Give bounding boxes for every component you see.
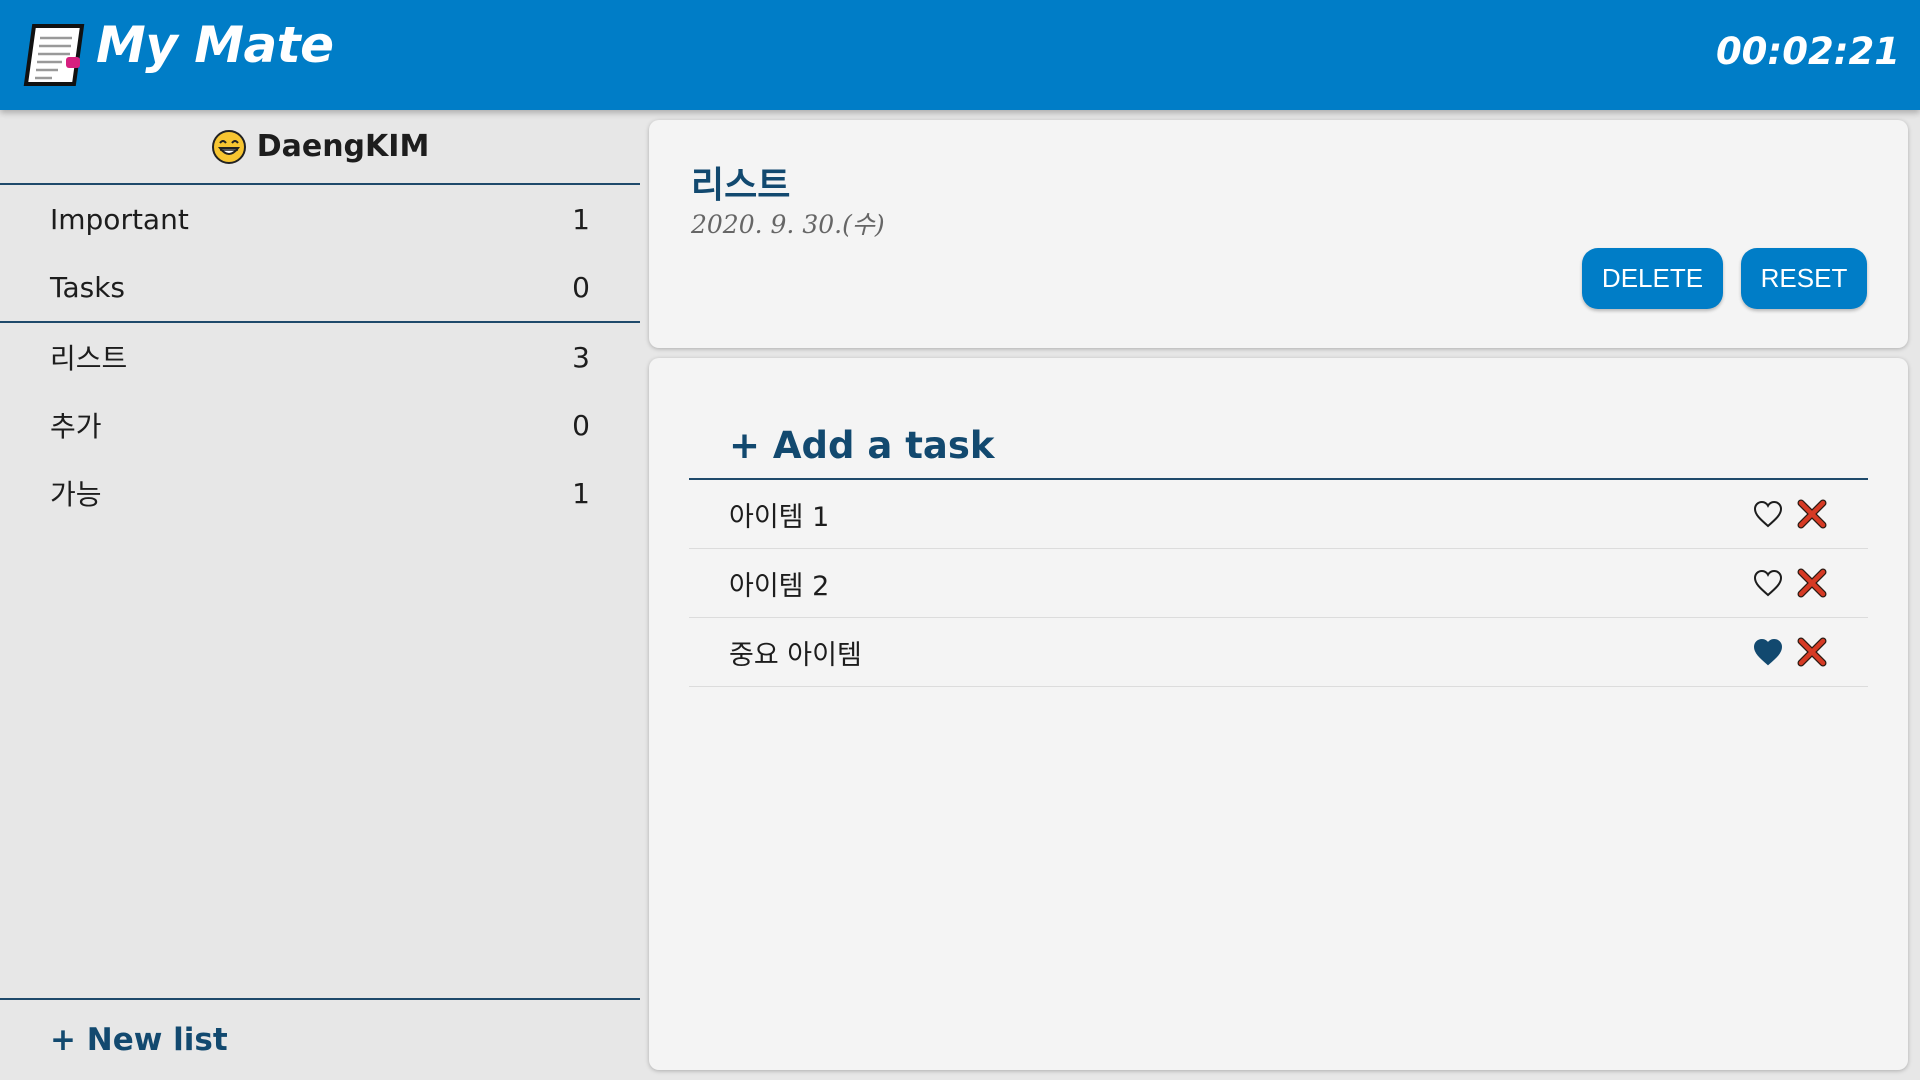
sidebar-item-label: Important bbox=[50, 202, 189, 236]
task-label: 아이템 1 bbox=[729, 501, 830, 533]
user-name: DaengKIM bbox=[256, 129, 430, 164]
sidebar-item-list[interactable]: 리스트 3 bbox=[0, 323, 640, 391]
task-list: 아이템 1 아이템 2 중요 아이템 bbox=[689, 480, 1868, 687]
sidebar-item-list[interactable]: 추가 0 bbox=[0, 391, 640, 459]
sidebar-item-count: 0 bbox=[572, 408, 590, 442]
heart-outline-icon[interactable] bbox=[1752, 498, 1784, 530]
app-header: My Mate 00:02:21 bbox=[0, 0, 1920, 110]
sidebar-item-label: 가능 bbox=[50, 478, 102, 511]
close-icon[interactable] bbox=[1796, 567, 1828, 599]
task-label: 중요 아이템 bbox=[729, 639, 862, 671]
heart-outline-icon[interactable] bbox=[1752, 567, 1784, 599]
session-clock: 00:02:21 bbox=[1715, 30, 1900, 73]
close-icon[interactable] bbox=[1796, 498, 1828, 530]
custom-lists: 리스트 3 추가 0 가능 1 bbox=[0, 323, 640, 527]
list-date: 2020. 9. 30.(수) bbox=[691, 210, 885, 239]
sidebar-item-count: 1 bbox=[572, 476, 590, 510]
list-title: 리스트 bbox=[691, 165, 791, 206]
task-row[interactable]: 아이템 2 bbox=[689, 549, 1868, 618]
sidebar-item-label: 추가 bbox=[50, 410, 102, 443]
app-title: My Mate bbox=[96, 16, 334, 74]
add-task-button[interactable]: + Add a task bbox=[689, 412, 1868, 480]
sidebar-item-label: 리스트 bbox=[50, 342, 128, 375]
user-profile: DaengKIM bbox=[0, 110, 640, 185]
new-list-button[interactable]: + New list bbox=[0, 998, 640, 1080]
sidebar: DaengKIM Important 1 Tasks 0 리스트 3 추가 0 … bbox=[0, 110, 640, 1080]
task-row[interactable]: 중요 아이템 bbox=[689, 618, 1868, 687]
task-row[interactable]: 아이템 1 bbox=[689, 480, 1868, 549]
sidebar-item-count: 3 bbox=[572, 340, 590, 374]
sidebar-item-tasks[interactable]: Tasks 0 bbox=[0, 253, 640, 321]
task-label: 아이템 2 bbox=[729, 570, 830, 602]
sidebar-item-list[interactable]: 가능 1 bbox=[0, 459, 640, 527]
sidebar-item-label: Tasks bbox=[50, 270, 126, 304]
grinning-emoji-icon bbox=[211, 129, 246, 164]
task-actions bbox=[1752, 567, 1828, 599]
default-lists: Important 1 Tasks 0 bbox=[0, 185, 640, 323]
delete-button[interactable]: DELETE bbox=[1582, 248, 1723, 309]
notepad-icon bbox=[23, 24, 85, 86]
tasks-card: + Add a task 아이템 1 아이템 2 중요 아이템 bbox=[649, 358, 1908, 1070]
sidebar-item-count: 1 bbox=[572, 202, 590, 236]
close-icon[interactable] bbox=[1796, 636, 1828, 668]
sidebar-item-important[interactable]: Important 1 bbox=[0, 185, 640, 253]
heart-filled-icon[interactable] bbox=[1752, 636, 1784, 668]
reset-button[interactable]: RESET bbox=[1741, 248, 1867, 309]
list-header-card: 리스트 2020. 9. 30.(수) DELETE RESET bbox=[649, 120, 1908, 348]
task-actions bbox=[1752, 498, 1828, 530]
sidebar-item-count: 0 bbox=[572, 270, 590, 304]
task-actions bbox=[1752, 636, 1828, 668]
